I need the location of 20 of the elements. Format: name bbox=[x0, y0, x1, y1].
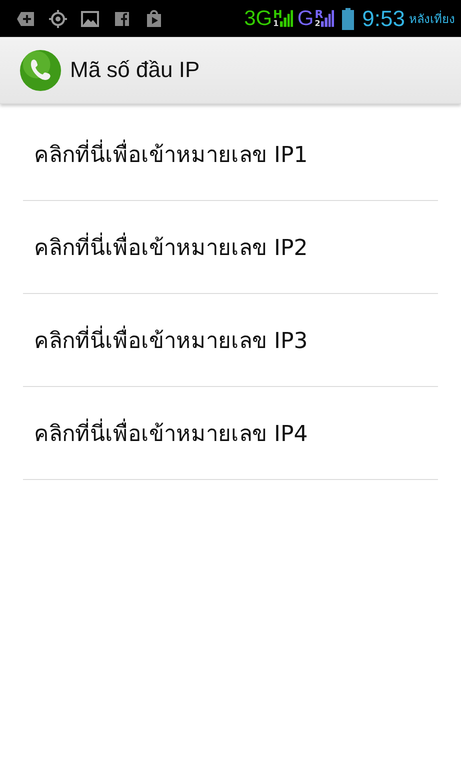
signal-icon bbox=[321, 10, 334, 27]
sim-number: 1 bbox=[273, 20, 280, 28]
list-item[interactable]: คลิกที่นี่เพื่อเข้าหมายเลข IP3 bbox=[23, 294, 438, 387]
phone-icon bbox=[19, 48, 62, 92]
network-sub-label: H bbox=[273, 10, 282, 20]
network-sub-label: R bbox=[314, 10, 324, 20]
location-icon bbox=[48, 8, 68, 28]
list-item[interactable]: คลิกที่นี่เพื่อเข้าหมายเลข IP4 bbox=[23, 387, 438, 480]
screen-title: Mã số đầu IP bbox=[70, 57, 200, 83]
list-item[interactable]: คลิกที่นี่เพื่อเข้าหมายเลข IP1 bbox=[23, 108, 438, 201]
clock-time: 9:53 bbox=[362, 6, 405, 32]
signal-icon bbox=[280, 10, 294, 27]
battery-icon bbox=[342, 8, 354, 30]
list-item[interactable]: คลิกที่นี่เพื่อเข้าหมายเลข IP2 bbox=[23, 201, 438, 294]
network-type: 3G bbox=[244, 6, 272, 30]
clock-period: หลังเที่ยง bbox=[409, 10, 455, 28]
sim-number: 2 bbox=[314, 20, 322, 28]
image-icon bbox=[80, 8, 100, 28]
network-type: G bbox=[297, 6, 314, 30]
store-icon bbox=[144, 8, 164, 28]
